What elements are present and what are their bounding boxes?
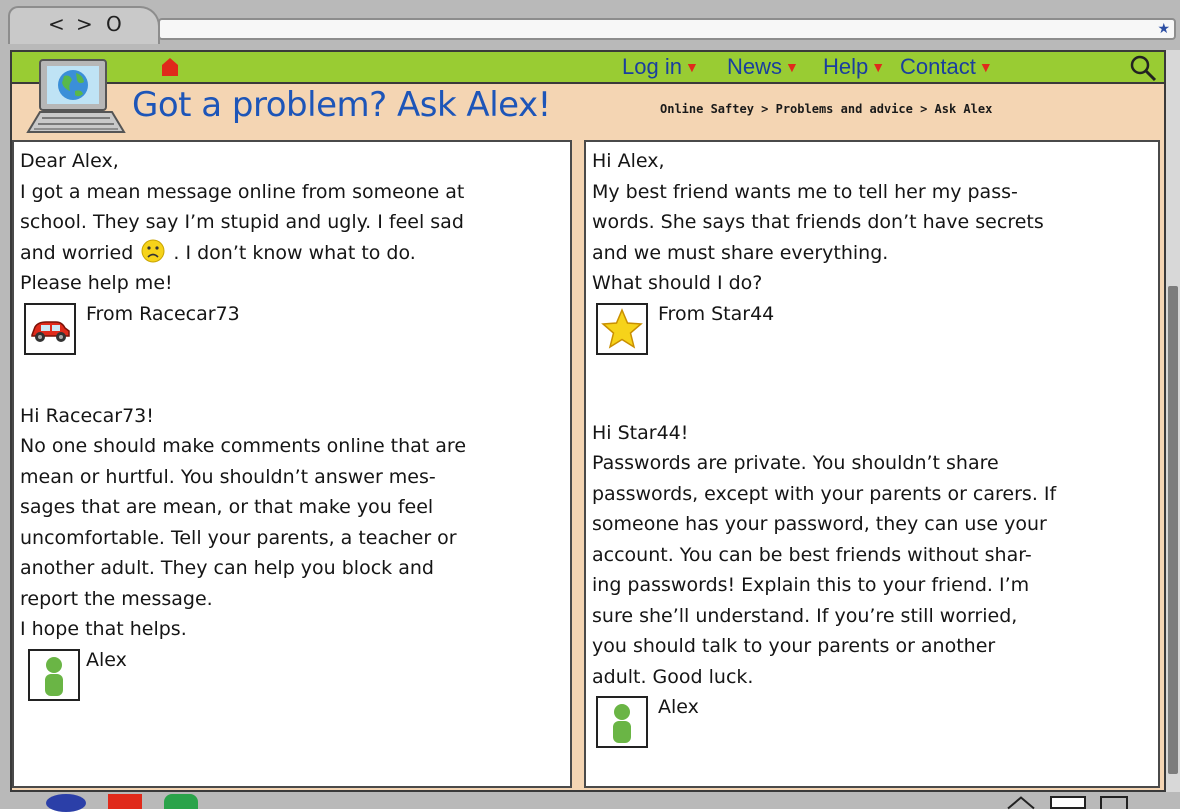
window-icon[interactable]	[1050, 796, 1086, 809]
question-line: Please help me!	[20, 272, 173, 294]
reply-line: adult. Good luck.	[592, 665, 754, 688]
question-line: and we must share everything.	[592, 241, 889, 264]
reply-line: passwords, except with your parents or c…	[592, 482, 1057, 505]
reply-line: uncomfortable. Tell your parents, a teac…	[20, 526, 457, 549]
question-line: Dear Alex,	[20, 150, 119, 172]
taskbar-green-app-icon[interactable]	[164, 794, 198, 809]
reload-button[interactable]: O	[106, 14, 122, 34]
menu-item-contact[interactable]: Contact ▼	[900, 54, 993, 80]
signature-name: Alex	[86, 648, 127, 671]
browser-window: < > O ★ Log in▼ News▼ Help▼ Contact▼	[0, 0, 1180, 812]
taskbar	[0, 792, 1180, 812]
reply-line: account. You can be best friends without…	[592, 543, 1032, 566]
bookmark-star-icon[interactable]: ★	[1157, 21, 1170, 37]
address-bar[interactable]: ★	[158, 18, 1176, 40]
reply-line: I hope that helps.	[20, 618, 187, 640]
signature-name: Alex	[658, 696, 699, 718]
menu-item-label: Log in	[622, 54, 682, 79]
person-icon	[45, 656, 63, 696]
question-line: I got a mean message online from someone…	[20, 180, 465, 203]
menu-item-label: News	[727, 54, 783, 79]
question-line: words. She says that friends don’t have …	[592, 211, 1044, 233]
page-title: Got a problem? Ask Alex!	[132, 85, 551, 125]
reply-line: someone has your password, they can use …	[592, 513, 1047, 535]
menu-item-label: Contact	[900, 54, 976, 79]
taskbar-blue-app-icon[interactable]	[46, 794, 86, 812]
minimize-icon[interactable]	[1100, 796, 1128, 809]
taskbar-red-app-icon[interactable]	[108, 794, 142, 809]
avatar	[28, 648, 80, 701]
menu-item-news[interactable]: News ▼	[727, 54, 799, 80]
dropdown-arrow-icon: ▼	[978, 59, 993, 75]
menu-item-login[interactable]: Log in ▼	[622, 54, 699, 80]
home-icon[interactable]	[160, 57, 180, 77]
dropdown-arrow-icon: ▼	[684, 59, 699, 75]
reply-line: Passwords are private. You shouldn’t sha…	[592, 452, 999, 474]
breadcrumb: Online Saftey > Problems and advice > As…	[660, 102, 993, 116]
reply-line: Hi Star44!	[592, 421, 689, 444]
sad-face-icon	[141, 239, 165, 262]
laptop-logo-icon	[26, 59, 126, 133]
sender-signature: From Star44	[592, 301, 1158, 363]
reply-line: ing passwords! Explain this to your frie…	[592, 574, 1030, 596]
reply-line: another adult. They can help you block a…	[20, 557, 434, 579]
menu-bar: Log in ▼ News ▼ Help ▼ Contact ▼	[12, 52, 1164, 84]
car-icon	[31, 320, 70, 342]
question-line: What should I do?	[592, 272, 763, 294]
sender-signature: From Racecar73	[20, 301, 570, 363]
question-line: school. They say I’m stupid and ugly. I …	[20, 211, 464, 233]
person-icon	[613, 704, 631, 743]
question-line: Hi Alex,	[592, 150, 665, 172]
scrollbar-thumb[interactable]	[1168, 286, 1178, 774]
reply-line: you should talk to your parents or anoth…	[592, 635, 996, 657]
question-line-with-emoji: and worried . I don’t know what to do.	[20, 238, 570, 269]
reply-line: report the message.	[20, 587, 213, 610]
chevron-up-icon[interactable]	[1006, 795, 1036, 810]
scrollbar[interactable]	[1166, 50, 1180, 792]
sender-name: From Star44	[658, 302, 775, 325]
dropdown-arrow-icon: ▼	[871, 59, 886, 75]
reply-line: sages that are mean, or that make you fe…	[20, 496, 434, 518]
search-icon[interactable]	[1128, 54, 1158, 82]
question-text: . I don’t know what to do.	[173, 241, 416, 264]
dropdown-arrow-icon: ▼	[785, 59, 799, 75]
sender-name: From Racecar73	[86, 302, 240, 325]
reply-line: mean or hurtful. You shouldn’t answer me…	[20, 465, 436, 488]
reply-line: Hi Racecar73!	[20, 404, 154, 427]
menu-item-label: Help	[823, 54, 869, 79]
star-icon	[601, 307, 643, 349]
reply-line: No one should make comments online that …	[20, 435, 467, 457]
avatar	[24, 302, 76, 355]
avatar	[596, 302, 648, 355]
question-line: My best friend wants me to tell her my p…	[592, 180, 1018, 203]
reply-signature: Alex	[20, 647, 570, 709]
web-page: Log in ▼ News ▼ Help ▼ Contact ▼ Got a probl…	[10, 50, 1166, 792]
reply-line: sure she’ll understand. If you’re still …	[592, 604, 1018, 627]
menu-item-help[interactable]: Help ▼	[823, 54, 885, 80]
back-button[interactable]: <	[48, 14, 65, 34]
reply-signature: Alex	[592, 694, 1158, 756]
avatar	[596, 696, 648, 748]
letter-panel-racecar73: Dear Alex, I got a mean message online f…	[12, 140, 572, 788]
letter-panel-star44: Hi Alex, My best friend wants me to tell…	[584, 140, 1160, 788]
forward-button[interactable]: >	[76, 14, 93, 34]
question-text: and worried	[20, 241, 134, 264]
